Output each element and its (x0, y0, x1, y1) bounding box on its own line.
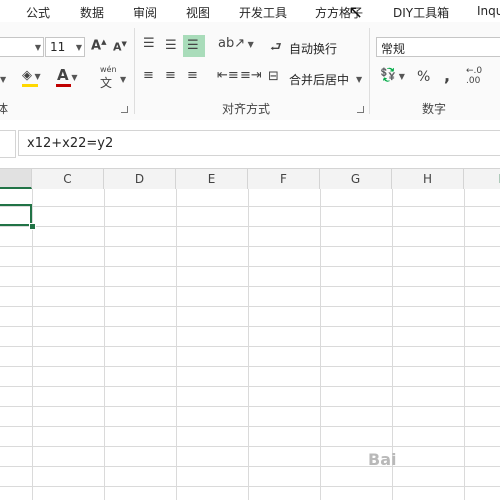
grid-row-line (0, 246, 500, 247)
font-group-label: 体 (0, 102, 9, 116)
tab-data[interactable]: 数据 (80, 4, 104, 21)
align-bottom-icon: ☰ (187, 38, 199, 53)
grid-row-line (0, 266, 500, 267)
column-header-e[interactable]: E (176, 169, 248, 189)
grid-row-line (0, 426, 500, 427)
comma-style-icon[interactable]: , (444, 66, 450, 85)
align-middle-icon[interactable]: ☰ (165, 38, 177, 53)
cell-grid[interactable] (0, 189, 500, 500)
align-left-icon[interactable]: ≡ (143, 68, 154, 83)
decrease-indent-icon[interactable]: ⇤≡ (217, 68, 239, 83)
orientation-icon[interactable]: ab↗ ▼ (218, 36, 254, 51)
grid-row-line (0, 386, 500, 387)
tab-diy-toolbox[interactable]: DIY工具箱 (393, 4, 449, 21)
grid-row-line (0, 326, 500, 327)
tab-formulas[interactable]: 公式 (26, 4, 50, 21)
decrease-font-size-icon[interactable]: A▼ (113, 40, 127, 54)
selected-cell[interactable] (0, 204, 32, 226)
chevron-down-icon: ▼ (34, 43, 41, 52)
tab-inquire[interactable]: Inqu (477, 4, 500, 18)
column-header-h[interactable]: H (392, 169, 464, 189)
font-size-dropdown[interactable]: 11 ▼ (45, 37, 85, 57)
column-header-i[interactable]: I (464, 169, 500, 189)
increase-decimal-icon[interactable]: ←.0.00 (466, 66, 482, 86)
grid-column-line (32, 189, 33, 500)
font-color-icon[interactable]: A ▼ (57, 66, 78, 84)
chevron-down-icon[interactable]: ▼ (356, 71, 362, 86)
phonetic-guide-label: wén (100, 65, 117, 74)
chevron-down-icon[interactable]: ▼ (120, 71, 126, 86)
column-header-row: C D E F G H I (0, 168, 500, 190)
tab-developer[interactable]: 开发工具 (239, 4, 287, 21)
percent-style-icon[interactable]: % (417, 69, 430, 85)
align-bottom-button[interactable]: ☰ (183, 35, 205, 57)
name-box[interactable] (0, 130, 16, 158)
grid-row-line (0, 446, 500, 447)
font-dialog-launcher-icon[interactable] (121, 106, 128, 113)
column-header-g[interactable]: G (320, 169, 392, 189)
font-name-dropdown[interactable]: ▼ (0, 37, 44, 57)
column-header-b[interactable] (0, 169, 32, 189)
grid-column-line (176, 189, 177, 500)
chevron-down-icon[interactable]: ▼ (0, 71, 6, 86)
tab-view[interactable]: 视图 (186, 4, 210, 21)
align-center-icon[interactable]: ≡ (165, 68, 176, 83)
column-header-f[interactable]: F (248, 169, 320, 189)
formula-bar: x12+x22=y2 (0, 120, 500, 168)
grid-row-line (0, 406, 500, 407)
grid-row-line (0, 206, 500, 207)
merge-center-icon[interactable]: ⊟ (268, 69, 279, 84)
tab-review[interactable]: 审阅 (133, 4, 157, 21)
font-size-value: 11 (50, 40, 66, 54)
grid-column-line (320, 189, 321, 500)
alignment-group-label: 对齐方式 (222, 102, 271, 116)
grid-row-line (0, 346, 500, 347)
grid-column-line (464, 189, 465, 500)
increase-font-size-icon[interactable]: A▲ (91, 38, 106, 53)
grid-column-line (104, 189, 105, 500)
grid-row-line (0, 226, 500, 227)
number-format-value: 常规 (381, 42, 406, 56)
align-right-icon[interactable]: ≡ (187, 68, 198, 83)
ribbon-tab-bar: 公式 数据 审阅 视图 开发工具 方方格子 DIY工具箱 Inqu (0, 0, 500, 22)
group-divider (369, 28, 370, 114)
number-format-dropdown[interactable]: 常规 (376, 37, 500, 57)
column-header-d[interactable]: D (104, 169, 176, 189)
wrap-text-icon[interactable]: ⮐ (270, 38, 282, 60)
currency-format-icon[interactable]: 💱 ▼ (380, 68, 405, 83)
column-header-c[interactable]: C (32, 169, 104, 189)
fill-color-swatch (22, 84, 38, 87)
font-color-swatch (56, 84, 71, 87)
align-top-icon[interactable]: ☰ (143, 36, 155, 51)
increase-indent-icon[interactable]: ≡⇥ (240, 68, 262, 83)
wrap-text-button[interactable]: 自动换行 (289, 40, 337, 57)
merge-center-button[interactable]: 合并后居中 (289, 71, 349, 88)
grid-row-line (0, 366, 500, 367)
watermark: Bai (368, 450, 397, 469)
grid-row-line (0, 306, 500, 307)
group-divider (134, 28, 135, 114)
grid-row-line (0, 486, 500, 487)
alignment-dialog-launcher-icon[interactable] (357, 106, 364, 113)
phonetic-guide-icon[interactable]: wén 文 (100, 65, 117, 91)
grid-row-line (0, 286, 500, 287)
chevron-down-icon: ▼ (75, 43, 82, 52)
fill-color-icon[interactable]: ◈ ▼ (22, 68, 41, 83)
grid-column-line (248, 189, 249, 500)
number-group-label: 数字 (422, 102, 447, 116)
ribbon: ▼ 11 ▼ A▲ A▼ ▼ ◈ ▼ A ▼ wén 文 ▼ 体 ☰ ☰ ☰ ab… (0, 22, 500, 121)
mouse-cursor-icon: ↖ (348, 2, 364, 23)
grid-row-line (0, 466, 500, 467)
formula-input[interactable]: x12+x22=y2 (18, 130, 500, 156)
fill-handle[interactable] (29, 223, 36, 230)
